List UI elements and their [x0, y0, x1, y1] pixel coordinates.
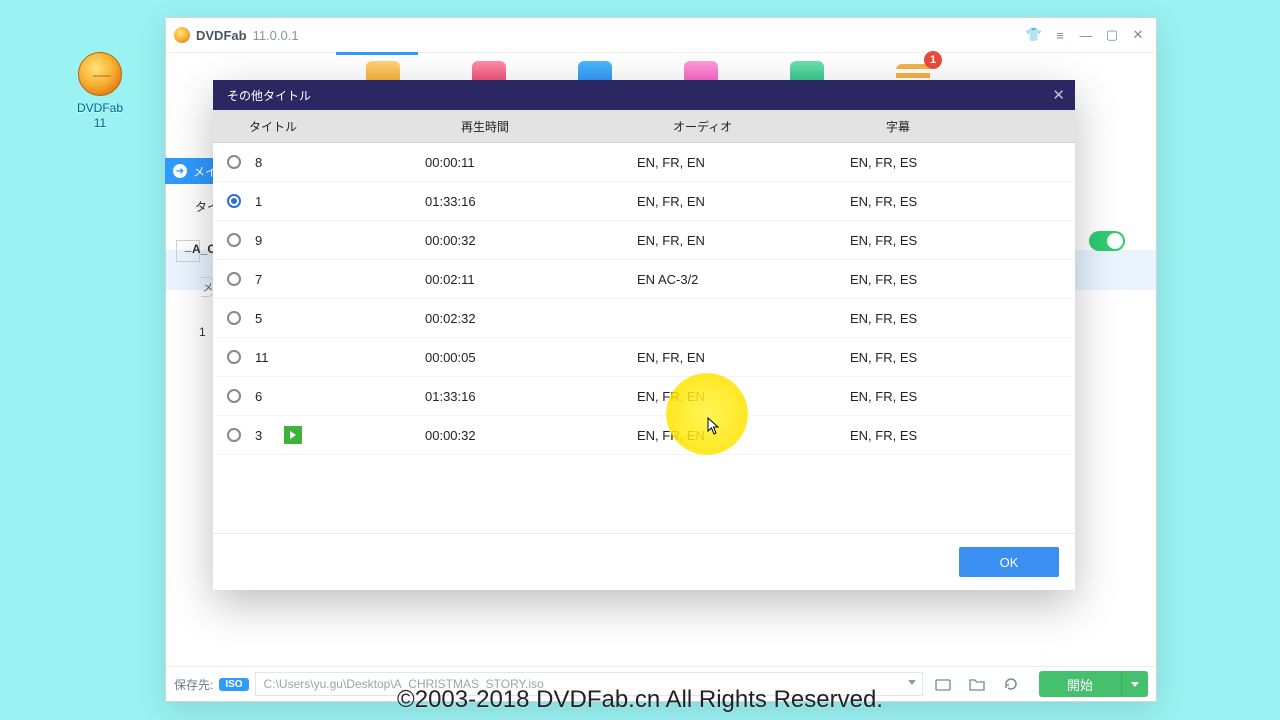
title-number: 8: [255, 155, 262, 170]
save-path-combobox[interactable]: C:\Users\yu.gu\Desktop\A_CHRISTMAS_STORY…: [255, 672, 923, 696]
title-duration: 00:02:32: [425, 311, 637, 326]
table-row[interactable]: 1 01:33:16EN, FR, ENEN, FR, ES: [213, 182, 1075, 221]
title-audio: EN, FR, EN: [637, 194, 850, 209]
dvdfab-logo-icon: [78, 52, 122, 96]
title-enable-toggle[interactable]: [1089, 231, 1125, 251]
dialog-footer: OK: [213, 533, 1075, 590]
ok-button[interactable]: OK: [959, 547, 1059, 577]
title-subtitle: EN, FR, ES: [850, 311, 1075, 326]
table-row[interactable]: 5 00:02:32 EN, FR, ES: [213, 299, 1075, 338]
app-version: 11.0.0.1: [253, 28, 299, 43]
title-subtitle: EN, FR, ES: [850, 428, 1075, 443]
header-subtitle: 字幕: [886, 118, 1075, 135]
title-duration: 00:00:32: [425, 233, 637, 248]
desktop-shortcut[interactable]: DVDFab 11: [72, 52, 128, 130]
title-number-fragment: 1: [199, 325, 206, 339]
window-close-icon[interactable]: ✕: [1126, 23, 1150, 47]
title-duration: 00:02:11: [425, 272, 637, 287]
header-title: タイトル: [213, 118, 461, 135]
title-subtitle: EN, FR, ES: [850, 389, 1075, 404]
title-audio: EN, FR, EN: [637, 350, 850, 365]
title-number: 5: [255, 311, 262, 326]
ok-button-label: OK: [1000, 555, 1019, 570]
title-number: 7: [255, 272, 262, 287]
title-number: 11: [255, 350, 269, 365]
title-number: 1: [255, 194, 262, 209]
app-name: DVDFab: [196, 28, 247, 43]
title-duration: 00:00:11: [425, 155, 637, 170]
app-logo-icon: [174, 27, 190, 43]
title-radio[interactable]: [227, 194, 241, 208]
title-radio[interactable]: [227, 350, 241, 364]
title-audio: EN AC-3/2: [637, 272, 850, 287]
title-audio: EN, FR, EN: [637, 428, 850, 443]
title-duration: 01:33:16: [425, 194, 637, 209]
title-radio[interactable]: [227, 155, 241, 169]
title-number: 3: [255, 428, 262, 443]
table-row[interactable]: 8 00:00:11EN, FR, ENEN, FR, ES: [213, 143, 1075, 182]
save-path-text: C:\Users\yu.gu\Desktop\A_CHRISTMAS_STORY…: [264, 677, 544, 691]
header-audio: オーディオ: [673, 118, 886, 135]
header-duration: 再生時間: [461, 118, 673, 135]
title-number: 6: [255, 389, 262, 404]
dialog-titlebar: その他タイトル ✕: [213, 80, 1075, 110]
title-radio[interactable]: [227, 428, 241, 442]
open-folder-icon[interactable]: [963, 672, 991, 696]
title-radio[interactable]: [227, 389, 241, 403]
title-subtitle: EN, FR, ES: [850, 233, 1075, 248]
title-subtitle: EN, FR, ES: [850, 194, 1075, 209]
title-audio: EN, FR, EN: [637, 155, 850, 170]
title-subtitle: EN, FR, ES: [850, 155, 1075, 170]
save-location-label: 保存先:: [174, 676, 213, 693]
chevron-down-icon: [1131, 682, 1139, 687]
status-bar: 保存先: ISO C:\Users\yu.gu\Desktop\A_CHRIST…: [166, 666, 1156, 701]
other-titles-dialog: その他タイトル ✕ タイトル 再生時間 オーディオ 字幕 800:00:11EN…: [213, 80, 1075, 590]
title-duration: 00:00:32: [425, 428, 637, 443]
start-button-label: 開始: [1067, 675, 1093, 694]
output-format-badge[interactable]: ISO: [219, 678, 248, 691]
title-radio[interactable]: [227, 272, 241, 286]
status-iso-icon[interactable]: [929, 672, 957, 696]
table-row[interactable]: 11 00:00:05EN, FR, ENEN, FR, ES: [213, 338, 1075, 377]
playing-indicator-icon[interactable]: [284, 426, 302, 444]
chevron-down-icon: [908, 680, 916, 685]
table-body: 800:00:11EN, FR, ENEN, FR, ES101:33:16EN…: [213, 143, 1075, 533]
notification-badge: 1: [924, 51, 942, 69]
title-radio[interactable]: [227, 311, 241, 325]
title-audio: EN, FR, EN: [637, 389, 850, 404]
title-number: 9: [255, 233, 262, 248]
window-maximize-icon[interactable]: ▢: [1100, 23, 1124, 47]
skin-icon[interactable]: 👕: [1022, 23, 1046, 47]
dialog-close-icon[interactable]: ✕: [1052, 86, 1065, 104]
table-header: タイトル 再生時間 オーディオ 字幕: [213, 110, 1075, 143]
table-row[interactable]: 9 00:00:32EN, FR, ENEN, FR, ES: [213, 221, 1075, 260]
table-row[interactable]: 6 01:33:16EN, FR, ENEN, FR, ES: [213, 377, 1075, 416]
dialog-title: その他タイトル: [227, 87, 311, 104]
active-tab-underline: [336, 52, 418, 55]
menu-icon[interactable]: ≡: [1048, 23, 1072, 47]
title-radio[interactable]: [227, 233, 241, 247]
title-subtitle: EN, FR, ES: [850, 350, 1075, 365]
title-duration: 01:33:16: [425, 389, 637, 404]
title-audio: EN, FR, EN: [637, 233, 850, 248]
desktop-shortcut-label: DVDFab 11: [77, 101, 123, 130]
table-row[interactable]: 7 00:02:11EN AC-3/2EN, FR, ES: [213, 260, 1075, 299]
table-row[interactable]: 3 00:00:32EN, FR, ENEN, FR, ES: [213, 416, 1075, 455]
titlebar: DVDFab 11.0.0.1 👕 ≡ — ▢ ✕: [166, 18, 1156, 53]
start-button[interactable]: 開始: [1039, 671, 1121, 697]
window-minimize-icon[interactable]: —: [1074, 23, 1098, 47]
title-duration: 00:00:05: [425, 350, 637, 365]
start-dropdown[interactable]: [1121, 671, 1148, 697]
title-subtitle: EN, FR, ES: [850, 272, 1075, 287]
refresh-icon[interactable]: [997, 672, 1025, 696]
